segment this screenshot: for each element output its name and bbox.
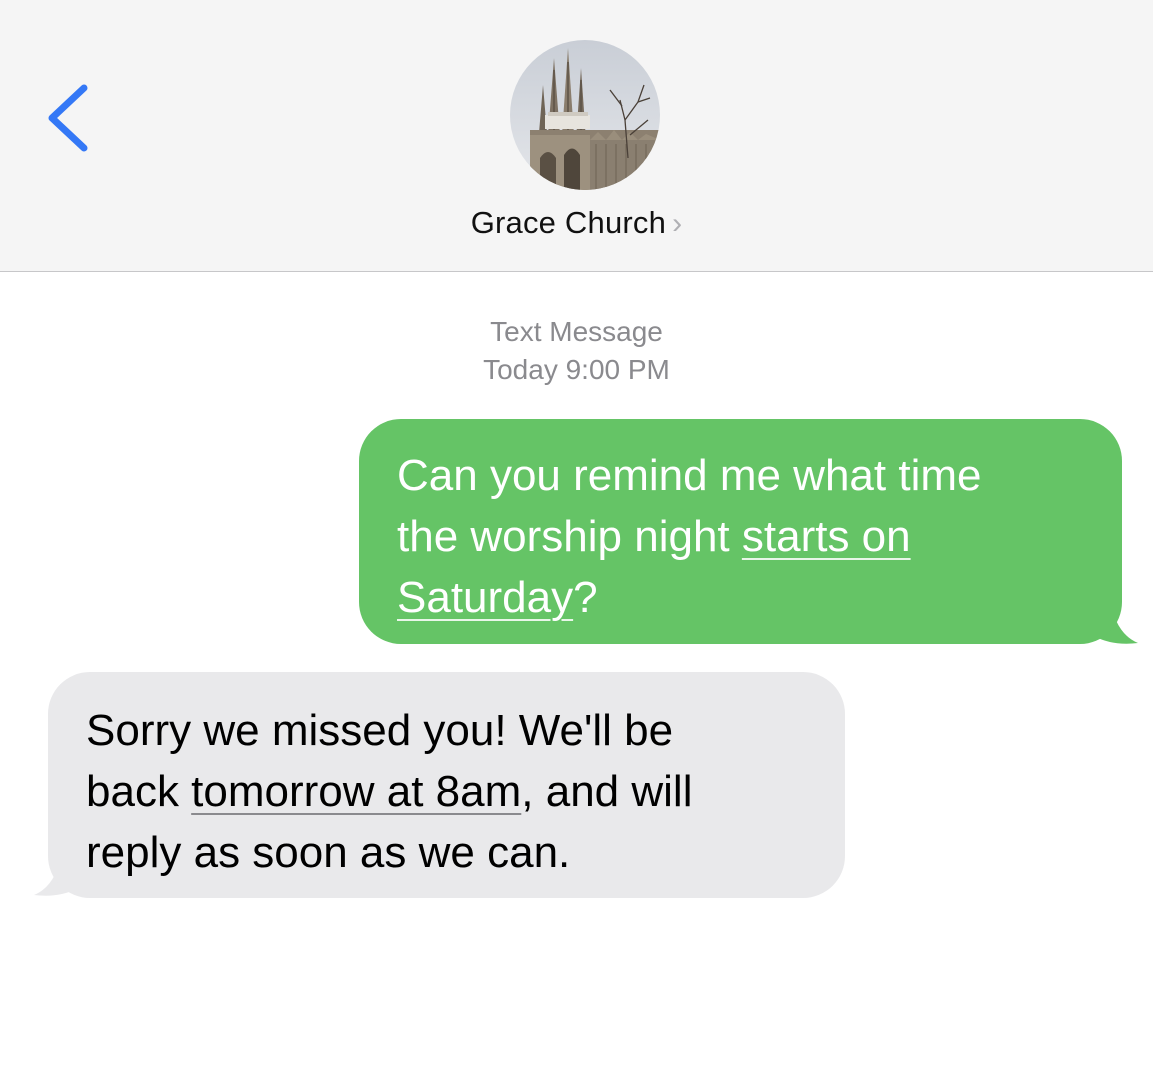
conversation-meta: Text Message Today 9:00 PM bbox=[0, 313, 1153, 389]
date-link[interactable]: tomorrow at 8am bbox=[191, 767, 521, 816]
message-line: Sorry we missed you! We'll be bbox=[86, 706, 674, 755]
received-message-bubble[interactable]: Sorry we missed you! We'll be back tomor… bbox=[48, 672, 845, 898]
message-line: Saturday? bbox=[397, 573, 598, 622]
message-line: the worship night starts on bbox=[397, 512, 911, 561]
timestamp: Today 9:00 PM bbox=[0, 351, 1153, 389]
contact-avatar[interactable] bbox=[510, 40, 660, 190]
chevron-left-icon bbox=[48, 84, 88, 152]
timestamp-day: Today bbox=[483, 354, 558, 385]
date-link[interactable]: starts on bbox=[742, 512, 911, 561]
back-button[interactable] bbox=[40, 78, 100, 158]
message-line: Can you remind me what time bbox=[397, 451, 982, 500]
sent-message-bubble[interactable]: Can you remind me what time the worship … bbox=[359, 419, 1122, 644]
message-line: reply as soon as we can. bbox=[86, 828, 571, 877]
timestamp-time: 9:00 PM bbox=[565, 354, 670, 385]
date-link[interactable]: Saturday bbox=[397, 573, 573, 622]
service-label: Text Message bbox=[490, 316, 663, 347]
contact-name: Grace Church bbox=[470, 205, 667, 240]
chevron-right-icon: › bbox=[672, 207, 683, 240]
church-photo-avatar bbox=[510, 40, 660, 190]
navigation-header: Grace Church › bbox=[0, 0, 1153, 272]
message-line: back tomorrow at 8am, and will bbox=[86, 767, 693, 816]
contact-name-button[interactable]: Grace Church › bbox=[0, 205, 1153, 241]
